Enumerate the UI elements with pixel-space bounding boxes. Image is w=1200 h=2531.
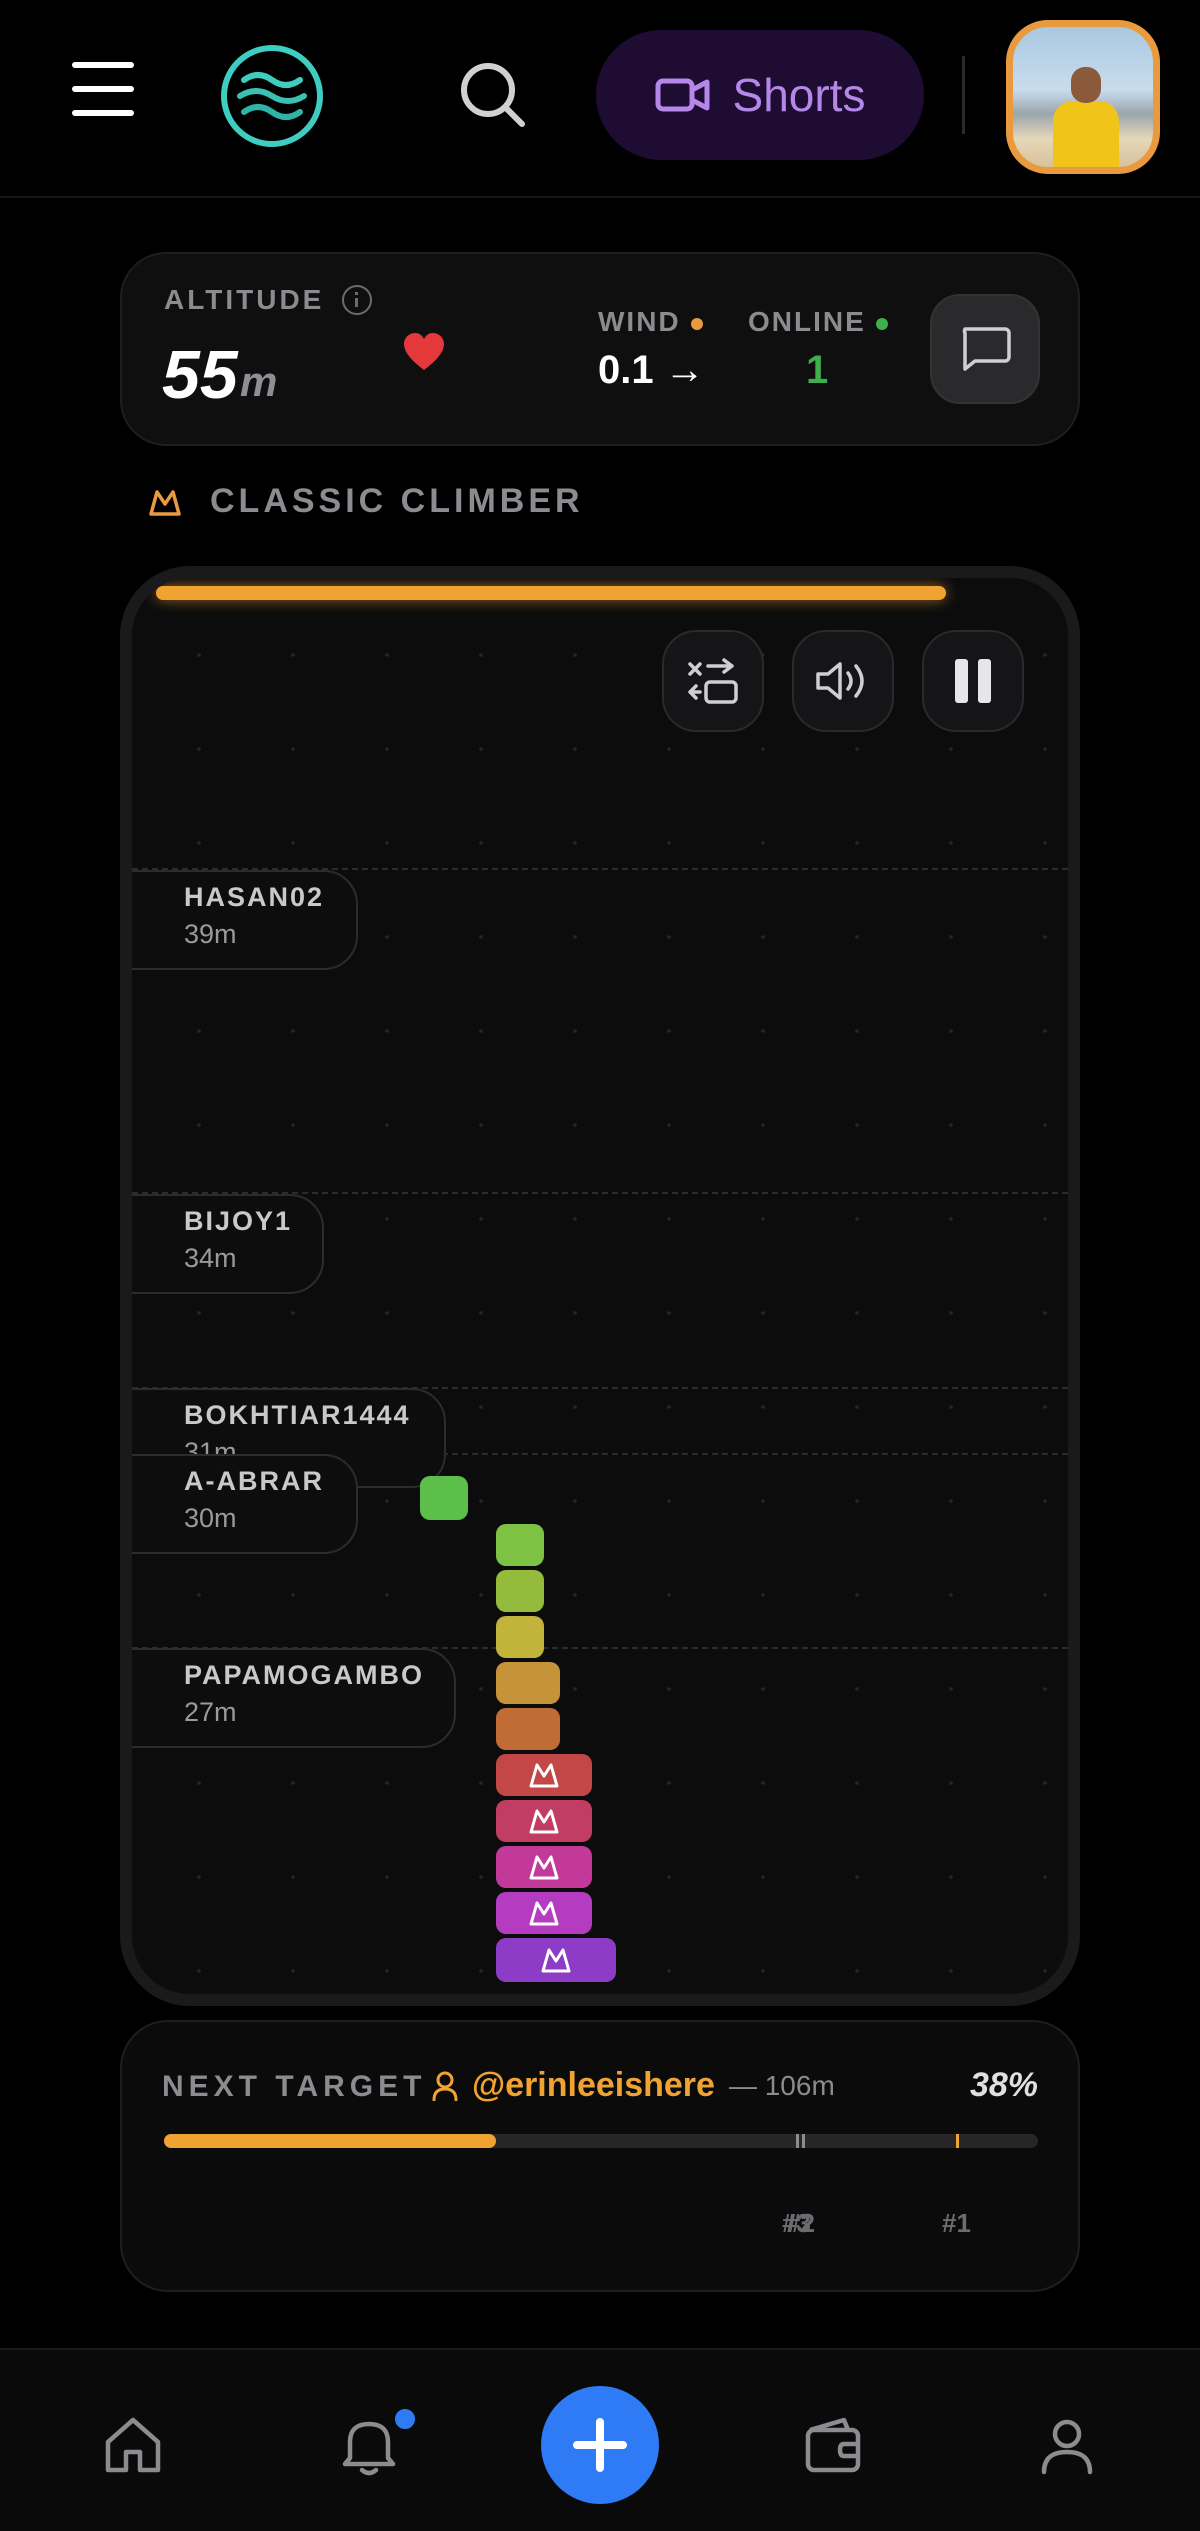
avatar[interactable] [1006, 20, 1160, 174]
altitude-value: 55 [162, 337, 238, 413]
mountain-icon [529, 1855, 559, 1880]
tower-block [496, 1892, 592, 1934]
player-marker[interactable]: PAPAMOGAMBO 27m [132, 1648, 456, 1748]
shorts-button[interactable]: Shorts [596, 30, 924, 160]
player-marker[interactable]: HASAN02 39m [132, 870, 358, 970]
search-icon[interactable] [456, 58, 528, 130]
player-marker[interactable]: BIJOY1 34m [132, 1194, 324, 1294]
rank-marker [956, 2134, 959, 2148]
tower-block [496, 1708, 560, 1750]
player-name: PAPAMOGAMBO [184, 1660, 424, 1690]
rank-marker [802, 2134, 805, 2148]
mountain-icon [529, 1901, 559, 1926]
mountain-icon [149, 489, 181, 516]
tower-block [496, 1938, 616, 1982]
tower-block [496, 1524, 544, 1566]
target-progress-fill [164, 2134, 497, 2148]
pause-icon [955, 659, 991, 703]
swap-button[interactable] [662, 630, 764, 732]
info-icon[interactable] [342, 285, 373, 315]
tower-block [496, 1846, 592, 1888]
game-canvas[interactable]: HASAN02 39m BIJOY1 34m BOKHTIAR1444 31m … [120, 566, 1080, 2006]
target-handle: @erinleeishere [472, 2066, 715, 2104]
swap-icon [688, 658, 738, 704]
wallet-icon[interactable] [800, 2412, 866, 2478]
profile-icon[interactable] [1034, 2412, 1100, 2478]
player-height: 39m [184, 919, 237, 949]
player-height: 30m [184, 1503, 237, 1533]
chat-button[interactable] [930, 294, 1040, 404]
app-logo-icon[interactable] [218, 42, 326, 150]
mountain-icon [529, 1809, 559, 1834]
target-user[interactable]: @erinleeishere — 106m [432, 2066, 835, 2105]
online-label: ONLINE [748, 306, 888, 338]
player-height: 27m [184, 1697, 237, 1727]
altitude-label: ALTITUDE [164, 284, 325, 315]
player-name: A-ABRAR [184, 1466, 324, 1496]
menu-icon[interactable] [72, 62, 134, 116]
falling-block [420, 1476, 468, 1520]
game-progress-bar [156, 586, 946, 600]
rank-label: #1 [942, 2208, 971, 2238]
tower-block [496, 1754, 592, 1796]
mountain-icon [529, 1763, 559, 1788]
user-icon [432, 2071, 458, 2101]
home-icon[interactable] [100, 2412, 166, 2478]
tower-block [496, 1616, 544, 1658]
header-divider [962, 56, 965, 134]
next-target-label: NEXT TARGET [162, 2070, 427, 2103]
stats-card: ALTITUDE 55 m WIND 0.1 → ONLINE 1 [120, 252, 1080, 446]
player-height: 34m [184, 1243, 237, 1273]
notification-badge [392, 2406, 418, 2432]
chat-icon [962, 327, 1011, 371]
heart-icon[interactable] [402, 332, 446, 372]
next-target-card: NEXT TARGET @erinleeishere — 106m 38% #3… [120, 2020, 1080, 2292]
volume-button[interactable] [792, 630, 894, 732]
player-name: BIJOY1 [184, 1206, 293, 1236]
game-mode: CLASSIC CLIMBER [148, 482, 584, 521]
video-camera-icon [655, 78, 710, 112]
tower-block [496, 1570, 544, 1612]
target-percent: 38% [969, 2066, 1038, 2104]
add-icon [573, 2418, 627, 2472]
altitude-label-row: ALTITUDE [164, 284, 373, 316]
altitude-unit: m [240, 358, 278, 405]
tower-block [496, 1662, 560, 1704]
player-name: BOKHTIAR1444 [184, 1400, 411, 1430]
target-distance: — 106m [728, 2069, 835, 2101]
pause-button[interactable] [922, 630, 1024, 732]
mountain-icon [541, 1948, 571, 1973]
target-progress-track [164, 2134, 1038, 2148]
rank-label: #2 [786, 2208, 815, 2238]
player-name: HASAN02 [184, 882, 325, 912]
tower-block [496, 1800, 592, 1842]
game-mode-label: CLASSIC CLIMBER [210, 482, 584, 520]
online-value: 1 [806, 348, 829, 392]
bottom-nav [0, 2348, 1200, 2531]
rank-marker [796, 2134, 799, 2148]
wind-label: WIND [598, 306, 703, 338]
create-button[interactable] [541, 2386, 659, 2504]
player-marker[interactable]: A-ABRAR 30m [132, 1454, 358, 1554]
top-bar: Shorts [0, 0, 1200, 198]
wind-value: 0.1 → [598, 348, 705, 392]
volume-icon [816, 662, 864, 700]
shorts-label: Shorts [732, 69, 866, 121]
